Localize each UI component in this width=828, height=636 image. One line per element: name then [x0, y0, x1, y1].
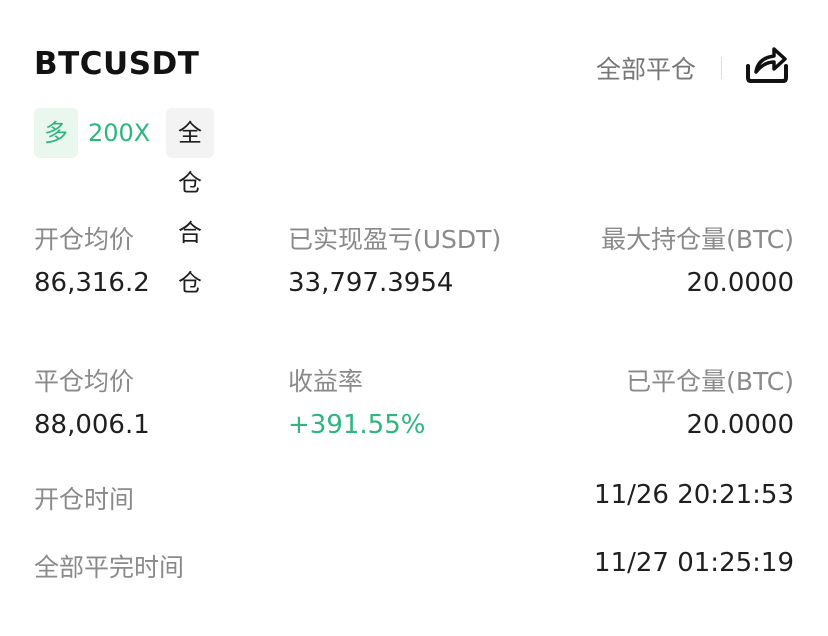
close-time-value: 11/27 01:25:19 — [594, 548, 794, 578]
open-time-label: 开仓时间 — [34, 485, 135, 514]
close-time-label: 全部平完时间 — [34, 553, 185, 582]
close-avg-price-value: 88,006.1 — [34, 410, 150, 440]
closed-qty-label: 已平仓量(BTC) — [626, 367, 794, 396]
symbol-title: BTCUSDT — [34, 46, 200, 82]
share-icon[interactable] — [744, 44, 790, 86]
realized-pnl-label: 已实现盈亏(USDT) — [288, 225, 502, 254]
leverage-label: 200X — [88, 119, 151, 147]
direction-badge: 多 — [34, 108, 78, 158]
open-avg-price-label: 开仓均价 — [34, 225, 135, 254]
open-time-value: 11/26 20:21:53 — [594, 480, 794, 510]
max-position-value: 20.0000 — [686, 268, 794, 298]
max-position-label: 最大持仓量(BTC) — [601, 225, 794, 254]
position-history-card: BTCUSDT 全部平仓 多 200X 全仓 合仓 开仓均价 86,316.2 … — [0, 0, 828, 636]
margin-mode-badge: 全仓 合仓 — [166, 108, 214, 297]
roi-value: +391.55% — [288, 410, 426, 440]
roi-label: 收益率 — [288, 367, 364, 396]
header-divider — [721, 57, 722, 79]
open-avg-price-value: 86,316.2 — [34, 268, 150, 298]
realized-pnl-value: 33,797.3954 — [288, 268, 454, 298]
close-all-label: 全部平仓 — [596, 55, 697, 84]
closed-qty-value: 20.0000 — [686, 410, 794, 440]
close-avg-price-label: 平仓均价 — [34, 367, 135, 396]
